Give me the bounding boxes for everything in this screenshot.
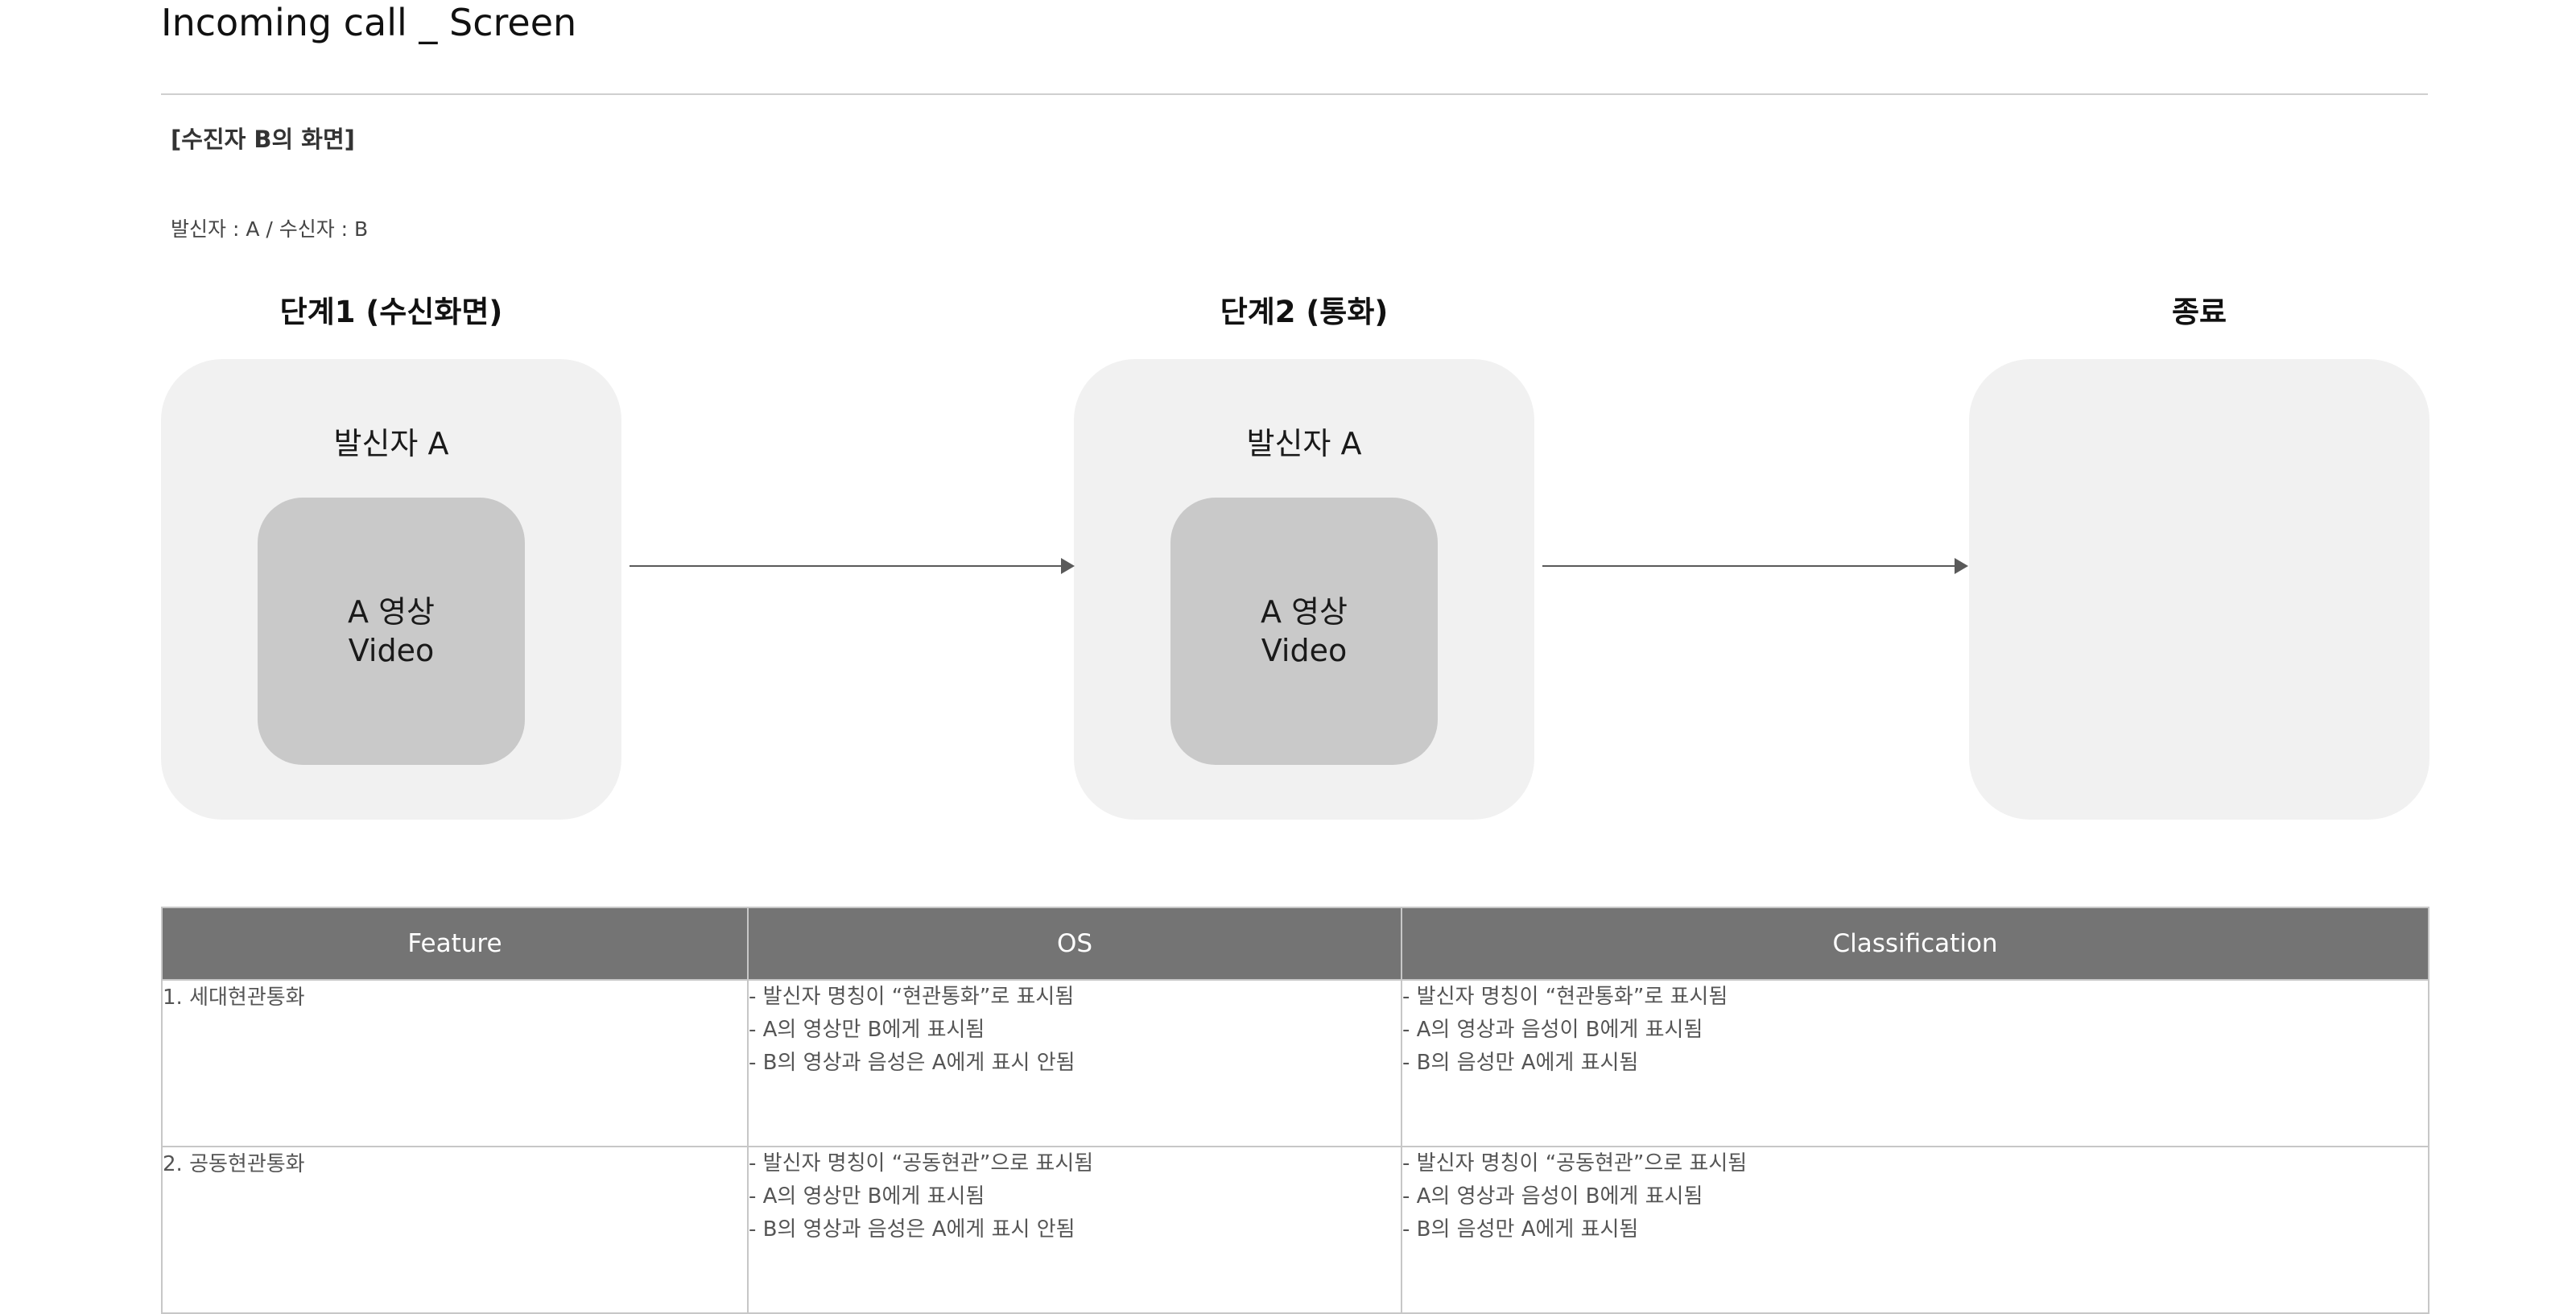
stage-1-screen: 발신자 A A 영상 Video xyxy=(161,359,621,820)
stage-1-title: 단계1 (수신화면) xyxy=(279,295,503,329)
os-line: - A의 영상만 B에게 표시됨 xyxy=(749,1184,985,1209)
os-line: - A의 영상만 B에게 표시됨 xyxy=(749,1018,985,1042)
classification-cell: - 발신자 명칭이 “현관통화”로 표시됨 - A의 영상과 음성이 B에게 표… xyxy=(1401,979,2429,1147)
feature-cell: 2. 공동현관통화 xyxy=(161,1146,749,1314)
os-line: - 발신자 명칭이 “공동현관”으로 표시됨 xyxy=(749,1151,1094,1176)
stage-end-screen xyxy=(1969,359,2429,820)
arrow-head xyxy=(1061,558,1075,574)
stage-end-title: 종료 xyxy=(2171,295,2227,329)
os-line: - 발신자 명칭이 “현관통화”로 표시됨 xyxy=(749,985,1075,1009)
os-line: - B의 영상과 음성은 A에게 표시 안됨 xyxy=(749,1051,1075,1075)
stage-2-screen: 발신자 A A 영상 Video xyxy=(1074,359,1534,820)
page-title: Incoming call _ Screen xyxy=(161,1,577,44)
arrow-shaft xyxy=(1542,565,1956,567)
caller-label: 발신자 A xyxy=(333,426,449,461)
video-caption: Video xyxy=(348,633,435,668)
classification-cell: - 발신자 명칭이 “공동현관”으로 표시됨 - A의 영상과 음성이 B에게 … xyxy=(1401,1146,2429,1314)
table-header-row: Feature OS Classification xyxy=(161,907,2429,981)
feature-table: Feature OS Classification 1. 세대현관통화 - 발신… xyxy=(161,907,2429,1314)
classification-line: - B의 음성만 A에게 표시됨 xyxy=(1402,1051,1639,1075)
classification-line: - A의 영상과 음성이 B에게 표시됨 xyxy=(1402,1018,1703,1042)
caller-label: 발신자 A xyxy=(1246,426,1362,461)
classification-line: - A의 영상과 음성이 B에게 표시됨 xyxy=(1402,1184,1703,1209)
classification-line: - B의 음성만 A에게 표시됨 xyxy=(1402,1217,1639,1242)
header-classification: Classification xyxy=(1401,907,2429,981)
arrow-head xyxy=(1955,558,1968,574)
stage-2-title: 단계2 (통화) xyxy=(1220,295,1389,329)
table-row: 2. 공동현관통화 - 발신자 명칭이 “공동현관”으로 표시됨 - A의 영상… xyxy=(161,1146,2429,1314)
flow-arrow-stage2-to-end xyxy=(1542,554,1969,578)
classification-line: - 발신자 명칭이 “현관통화”로 표시됨 xyxy=(1402,985,1728,1009)
section-label: [수진자 B의 화면] xyxy=(171,126,355,153)
arrow-shaft xyxy=(630,565,1063,567)
caller-video-box: A 영상 Video xyxy=(1170,498,1438,765)
video-label: A 영상 xyxy=(348,594,435,630)
feature-cell: 1. 세대현관통화 xyxy=(161,979,749,1147)
video-label: A 영상 xyxy=(1261,594,1348,630)
os-cell: - 발신자 명칭이 “공동현관”으로 표시됨 - A의 영상만 B에게 표시됨 … xyxy=(747,1146,1402,1314)
table-row: 1. 세대현관통화 - 발신자 명칭이 “현관통화”로 표시됨 - A의 영상만… xyxy=(161,979,2429,1147)
os-cell: - 발신자 명칭이 “현관통화”로 표시됨 - A의 영상만 B에게 표시됨 -… xyxy=(747,979,1402,1147)
flow-arrow-stage1-to-stage2 xyxy=(630,554,1075,578)
header-os: OS xyxy=(747,907,1402,981)
roles-note: 발신자 : A / 수신자 : B xyxy=(171,217,369,241)
classification-line: - 발신자 명칭이 “공동현관”으로 표시됨 xyxy=(1402,1151,1748,1176)
title-divider xyxy=(161,93,2428,95)
caller-video-box: A 영상 Video xyxy=(258,498,525,765)
header-feature: Feature xyxy=(161,907,749,981)
video-caption: Video xyxy=(1261,633,1348,668)
os-line: - B의 영상과 음성은 A에게 표시 안됨 xyxy=(749,1217,1075,1242)
